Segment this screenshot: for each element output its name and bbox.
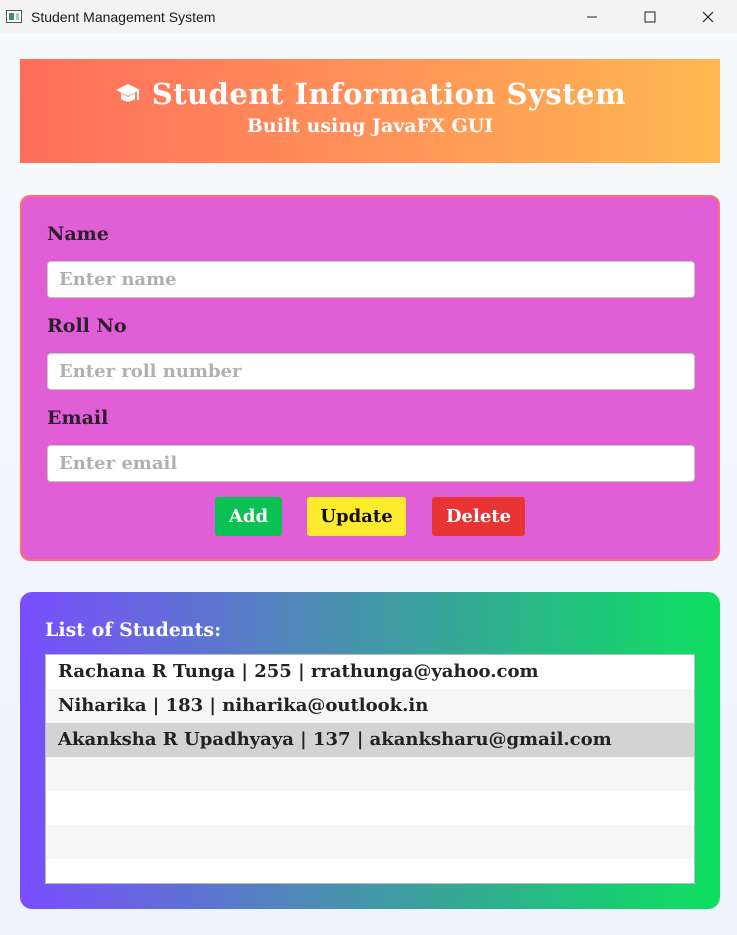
empty-list-row[interactable]: [46, 791, 694, 825]
close-button[interactable]: [679, 0, 737, 33]
roll-input[interactable]: [47, 353, 695, 390]
students-list-title: List of Students:: [45, 619, 222, 641]
empty-list-row[interactable]: [46, 825, 694, 859]
list-item[interactable]: Rachana R Tunga | 255 | rrathunga@yahoo.…: [46, 655, 694, 689]
students-panel: List of Students: Rachana R Tunga | 255 …: [20, 592, 720, 909]
name-input[interactable]: [47, 261, 695, 298]
maximize-button[interactable]: [621, 0, 679, 33]
header-banner: Student Information System Built using J…: [20, 59, 720, 163]
email-label: Email: [47, 407, 109, 429]
email-input[interactable]: [47, 445, 695, 482]
maximize-icon: [644, 11, 656, 22]
close-icon: [702, 11, 714, 22]
minimize-button[interactable]: [563, 0, 621, 33]
delete-button[interactable]: Delete: [432, 497, 525, 536]
page-subtitle: Built using JavaFX GUI: [246, 115, 494, 137]
app-icon: [6, 10, 22, 23]
graduation-cap-icon: [114, 80, 142, 108]
update-button[interactable]: Update: [307, 497, 406, 536]
minimize-icon: [587, 16, 597, 17]
app-content: Student Information System Built using J…: [0, 33, 737, 935]
student-form: Name Roll No Email Add Update Delete: [20, 195, 720, 561]
window-controls: [563, 0, 737, 33]
students-listview[interactable]: Rachana R Tunga | 255 | rrathunga@yahoo.…: [45, 654, 695, 884]
list-item[interactable]: Niharika | 183 | niharika@outlook.in: [46, 689, 694, 723]
form-actions: Add Update Delete: [22, 497, 722, 536]
empty-list-row[interactable]: [46, 757, 694, 791]
window-titlebar: Student Management System: [0, 0, 737, 33]
header-title-row: Student Information System: [20, 77, 720, 111]
roll-label: Roll No: [47, 315, 127, 337]
add-button[interactable]: Add: [215, 497, 282, 536]
name-label: Name: [47, 223, 109, 245]
page-title: Student Information System: [151, 77, 627, 111]
window-title: Student Management System: [31, 8, 216, 25]
list-item[interactable]: Akanksha R Upadhyaya | 137 | akanksharu@…: [46, 723, 694, 757]
empty-list-row[interactable]: [46, 859, 694, 883]
